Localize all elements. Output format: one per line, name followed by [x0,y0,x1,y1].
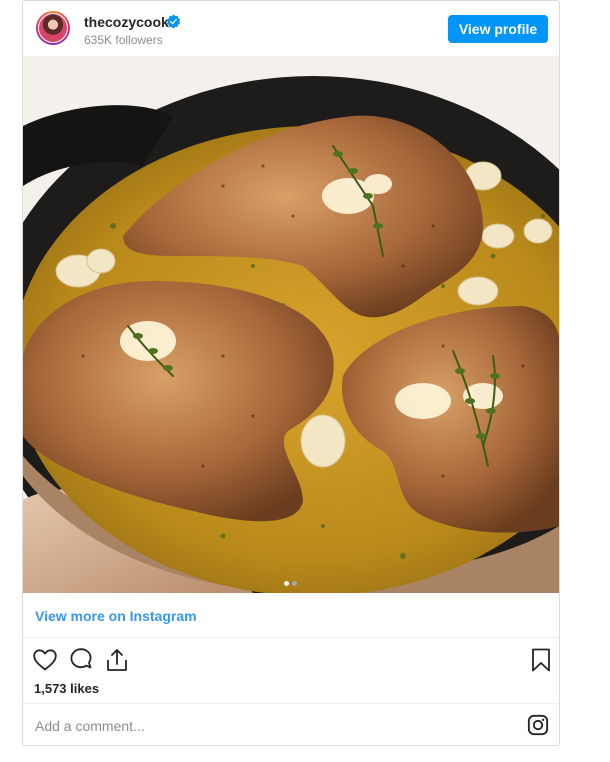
carousel-dot [292,581,297,586]
instagram-logo-icon[interactable] [527,714,549,736]
post-header: thecozycook 635K followers View profile [23,1,559,56]
view-profile-button[interactable]: View profile [448,15,548,43]
comment-row [23,703,559,746]
action-bar [23,638,559,680]
carousel-indicator [284,573,300,586]
avatar-photo [38,13,68,43]
carousel-dot-active [284,581,289,586]
view-more-row: View more on Instagram [23,593,559,638]
follower-count: 635K followers [84,33,163,47]
comment-input[interactable] [33,714,497,738]
share-icon[interactable] [104,647,130,673]
comment-bubble-icon[interactable] [68,647,94,673]
heart-icon[interactable] [32,647,58,673]
like-count[interactable]: 1,573 likes [34,681,99,696]
verified-badge-icon [166,14,181,29]
pork-chops-skillet-image [23,56,559,593]
username[interactable]: thecozycook [84,14,169,30]
post-photo[interactable] [23,56,559,593]
view-more-link[interactable]: View more on Instagram [35,608,197,624]
instagram-embed-card: thecozycook 635K followers View profile [22,0,560,746]
bookmark-icon[interactable] [528,647,554,673]
avatar[interactable] [36,11,70,45]
